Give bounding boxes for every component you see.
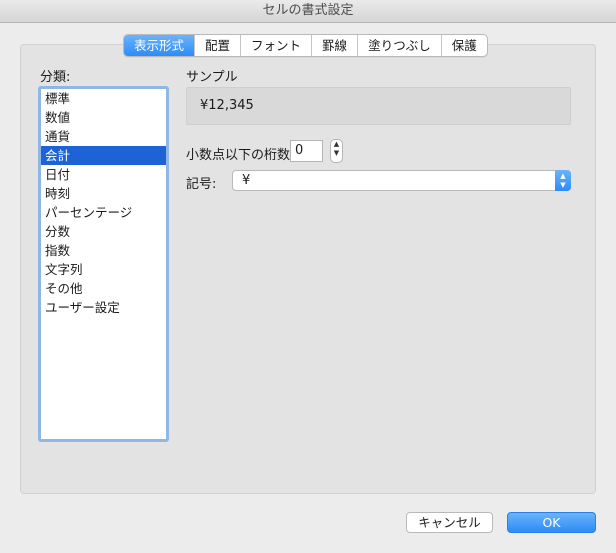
chevron-up-icon[interactable]: ▲ bbox=[331, 140, 342, 149]
tab-number-format[interactable]: 表示形式 bbox=[124, 35, 195, 56]
window-title: セルの書式設定 bbox=[262, 3, 354, 18]
list-item[interactable]: 数値 bbox=[41, 108, 166, 127]
ok-button[interactable]: OK bbox=[507, 512, 596, 533]
decimal-places-label: 小数点以下の桁数: bbox=[186, 148, 295, 163]
updown-chevron-icon: ▲ ▼ bbox=[555, 170, 571, 191]
category-list[interactable]: 標準 数値 通貨 会計 日付 時刻 パーセンテージ 分数 指数 文字列 その他 … bbox=[38, 86, 169, 442]
tab-alignment[interactable]: 配置 bbox=[194, 35, 240, 56]
tab-fill[interactable]: 塗りつぶし bbox=[357, 35, 441, 56]
tab-border[interactable]: 罫線 bbox=[311, 35, 357, 56]
list-item[interactable]: 時刻 bbox=[41, 184, 166, 203]
chevron-down-icon[interactable]: ▼ bbox=[331, 149, 342, 158]
tab-bar: 表示形式 配置 フォント 罫線 塗りつぶし 保護 bbox=[123, 34, 488, 57]
list-item[interactable]: 分数 bbox=[41, 222, 166, 241]
list-item[interactable]: その他 bbox=[41, 279, 166, 298]
symbol-select[interactable]: ¥ ▲ ▼ bbox=[232, 170, 571, 191]
sample-value: ¥12,345 bbox=[200, 98, 254, 113]
sample-preview: ¥12,345 bbox=[186, 87, 571, 125]
tab-protection[interactable]: 保護 bbox=[440, 35, 487, 56]
list-item[interactable]: パーセンテージ bbox=[41, 203, 166, 222]
list-item[interactable]: 指数 bbox=[41, 241, 166, 260]
list-item[interactable]: 文字列 bbox=[41, 260, 166, 279]
list-item[interactable]: 会計 bbox=[41, 146, 166, 165]
decimal-places-input[interactable]: 0 bbox=[290, 140, 323, 162]
list-item[interactable]: 日付 bbox=[41, 165, 166, 184]
sample-label: サンプル bbox=[186, 70, 238, 85]
symbol-label: 記号: bbox=[186, 177, 217, 192]
list-item[interactable]: 標準 bbox=[41, 89, 166, 108]
tab-font[interactable]: フォント bbox=[240, 35, 311, 56]
window-title-bar: セルの書式設定 bbox=[0, 0, 616, 23]
symbol-select-value: ¥ bbox=[242, 173, 251, 188]
list-item[interactable]: ユーザー設定 bbox=[41, 298, 166, 317]
category-label: 分類: bbox=[40, 70, 71, 85]
list-item[interactable]: 通貨 bbox=[41, 127, 166, 146]
decimal-places-stepper[interactable]: ▲ ▼ bbox=[330, 139, 343, 163]
cancel-button[interactable]: キャンセル bbox=[406, 512, 493, 533]
